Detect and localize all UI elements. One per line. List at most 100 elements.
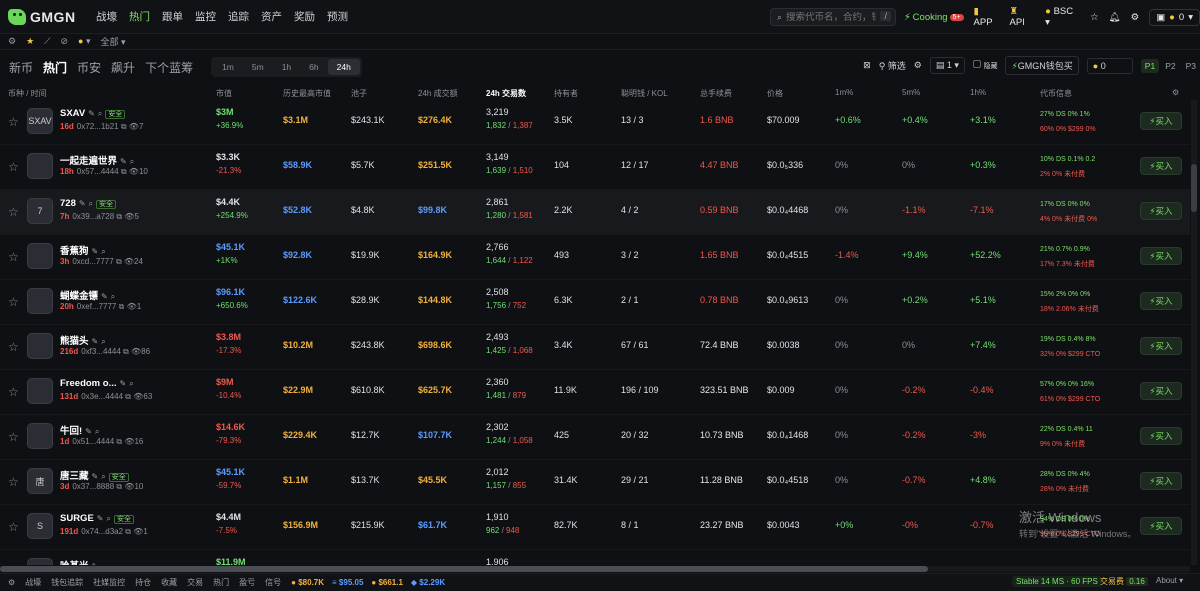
token-avatar[interactable]: S [27, 513, 53, 539]
favorite-filter-icon[interactable]: ★ [26, 36, 34, 47]
footer-item-5[interactable]: 交易 [187, 577, 203, 588]
search-token-icon[interactable]: ⌕ [95, 427, 99, 436]
buy-button[interactable]: ⚡ 买入 [1140, 157, 1182, 175]
nav-item-6[interactable]: 奖励 [294, 9, 315, 24]
token-name[interactable]: 香蕉狗 ✎ ⌕ [60, 243, 106, 257]
copy-icon[interactable]: ⧉ [119, 122, 129, 131]
token-address[interactable]: 0x37...8888 [72, 482, 114, 491]
sol-price[interactable]: ◆ $2.29K [411, 578, 445, 587]
search-token-icon[interactable]: ⌕ [98, 109, 102, 118]
nav-item-2[interactable]: 跟单 [162, 9, 183, 24]
footer-item-3[interactable]: 持仓 [135, 577, 151, 588]
copy-icon[interactable]: ⧉ [114, 212, 124, 221]
column-header-5[interactable]: 24h 交易数 [486, 88, 526, 99]
token-address[interactable]: 0x72...1b21 [77, 122, 119, 131]
edit-icon[interactable]: ✎ [79, 199, 86, 208]
wallet-button[interactable]: ▣ ● 0 ▾ [1149, 8, 1200, 26]
buy-button[interactable]: ⚡ 买入 [1140, 427, 1182, 445]
buy-button[interactable]: ⚡ 买入 [1140, 517, 1182, 535]
time-tab-1h[interactable]: 1h [273, 59, 300, 75]
hide-toggle[interactable]: 隐藏 [972, 60, 997, 71]
table-row[interactable]: ☆ 7 728 ✎ ⌕ 安全 7h 0x39...a728 ⧉ 👁︎5 $4.4K +254.9%… [0, 190, 1190, 235]
horizontal-scrollbar[interactable] [0, 566, 1190, 572]
edit-icon[interactable]: ✎ [120, 157, 127, 166]
copy-icon[interactable]: ⧉ [119, 167, 129, 176]
column-header-13[interactable]: 代币信息 [1040, 88, 1072, 99]
search-token-icon[interactable]: ⌕ [101, 472, 105, 481]
token-name[interactable]: 728 ✎ ⌕ 安全 [60, 198, 117, 209]
token-name[interactable]: 唐三藏 ✎ ⌕ 安全 [60, 468, 129, 482]
edit-icon[interactable]: ✎ [101, 292, 108, 301]
footer-item-7[interactable]: 盈亏 [239, 577, 255, 588]
table-row[interactable]: ☆ 蝴蝶金镖 ✎ ⌕ 20h 0xef...7777 ⧉ 👁︎1 $96.1K +650.6%… [0, 280, 1190, 325]
bnb-price[interactable]: ● $661.1 [371, 578, 403, 587]
token-avatar[interactable] [27, 378, 53, 404]
token-avatar[interactable] [27, 423, 53, 449]
column-header-6[interactable]: 持有者 [554, 88, 578, 99]
token-name[interactable]: 牛回! ✎ ⌕ [60, 423, 99, 437]
about-link[interactable]: About ▾ [1156, 576, 1183, 585]
btc-price[interactable]: ● $80.7K [291, 578, 324, 587]
column-header-7[interactable]: 聪明钱 / KOL [621, 88, 668, 99]
table-row[interactable]: ☆ 香蕉狗 ✎ ⌕ 3h 0xcd...7777 ⧉ 👁︎24 $45.1K +1K% $92.… [0, 235, 1190, 280]
edit-icon[interactable]: ✎ [119, 379, 126, 388]
chart-icon[interactable]: ⟋ [44, 36, 50, 47]
token-name[interactable]: 一起走遍世界 ✎ ⌕ [60, 153, 134, 167]
table-row[interactable]: ☆ Freedom o... ✎ ⌕ 131d 0x3e...4444 ⧉ 👁︎63 $9M… [0, 370, 1190, 415]
edit-icon[interactable]: ✎ [92, 562, 99, 565]
footer-item-4[interactable]: 收藏 [161, 577, 177, 588]
token-avatar[interactable] [27, 288, 53, 314]
copy-icon[interactable]: ⧉ [116, 302, 126, 311]
footer-item-1[interactable]: 钱包追踪 [51, 577, 83, 588]
token-name[interactable]: 熊猫头 ✎ ⌕ [60, 333, 106, 347]
gear-icon[interactable]: ⚙ [1131, 12, 1140, 23]
table-row[interactable]: ☆ 牛回! ✎ ⌕ 1d 0x51...4444 ⧉ 👁︎16 $14.6K -79.3% $2… [0, 415, 1190, 460]
favorite-star-icon[interactable]: ☆ [8, 295, 19, 309]
column-header-1[interactable]: 市值 [216, 88, 232, 99]
token-avatar[interactable] [27, 243, 53, 269]
token-avatar[interactable] [27, 558, 53, 565]
search-token-icon[interactable]: ⌕ [107, 514, 111, 523]
tab-4[interactable]: 下个蓝筹 [145, 59, 193, 76]
table-row[interactable]: ☆ S SURGE ✎ ⌕ 安全 191d 0x74...d3a2 ⧉ 👁︎1 $4.4M -7.… [0, 505, 1190, 550]
copy-icon[interactable]: ⧉ [114, 257, 124, 266]
tab-2[interactable]: 币安 [77, 59, 101, 76]
settings-icon[interactable]: ⚙ [8, 36, 16, 47]
chain-select[interactable]: ● BSC ▾ [1045, 6, 1080, 28]
search-token-icon[interactable]: ⌕ [101, 337, 105, 346]
table-row[interactable]: ☆哈基米✎⌕$11.9M1,906 [0, 550, 1190, 565]
buy-button[interactable]: ⚡ 买入 [1140, 202, 1182, 220]
edit-icon[interactable]: ✎ [88, 109, 95, 118]
token-address[interactable]: 0xf3...4444 [81, 347, 121, 356]
export-icon[interactable]: ⊠ [863, 60, 871, 71]
table-row[interactable]: ☆ 熊猫头 ✎ ⌕ 216d 0xf3...4444 ⧉ 👁︎86 $3.8M -17.3% $… [0, 325, 1190, 370]
search-token-icon[interactable]: ⌕ [89, 199, 93, 208]
header-settings-icon[interactable]: ⚙ [1172, 88, 1179, 97]
tab-3[interactable]: 飙升 [111, 59, 135, 76]
column-header-4[interactable]: 24h 成交额 [418, 88, 458, 99]
favorite-star-icon[interactable]: ☆ [8, 160, 19, 174]
time-tab-24h[interactable]: 24h [327, 59, 360, 75]
nav-item-0[interactable]: 战壕 [96, 9, 117, 24]
token-address[interactable]: 0xcd...7777 [72, 257, 113, 266]
amount-input[interactable]: ● 0 [1086, 57, 1133, 74]
column-header-0[interactable]: 币种 / 时间 [8, 88, 47, 99]
edit-icon[interactable]: ✎ [97, 514, 104, 523]
nav-item-1[interactable]: 热门 [129, 9, 150, 24]
search-token-icon[interactable]: ⌕ [101, 247, 105, 256]
token-address[interactable]: 0x3e...4444 [81, 392, 123, 401]
column-header-9[interactable]: 价格 [767, 88, 783, 99]
pin-icon[interactable]: ⊘ [60, 36, 68, 47]
search-input[interactable] [786, 11, 877, 23]
table-row[interactable]: ☆ 一起走遍世界 ✎ ⌕ 18h 0x57...4444 ⧉ 👁︎10 $3.3K -21.3… [0, 145, 1190, 190]
favorite-star-icon[interactable]: ☆ [8, 115, 19, 129]
api-button[interactable]: ♜ API [1010, 6, 1036, 28]
eth-price[interactable]: ≡ $95.05 [332, 578, 363, 587]
edit-icon[interactable]: ✎ [92, 337, 99, 346]
token-address[interactable]: 0x51...4444 [72, 437, 114, 446]
search-token-icon[interactable]: ⌕ [129, 379, 133, 388]
favorite-star-icon[interactable]: ☆ [8, 385, 19, 399]
token-name[interactable]: SXAV ✎ ⌕ 安全 [60, 108, 126, 119]
nav-item-3[interactable]: 监控 [195, 9, 216, 24]
buy-button[interactable]: ⚡ 买入 [1140, 292, 1182, 310]
